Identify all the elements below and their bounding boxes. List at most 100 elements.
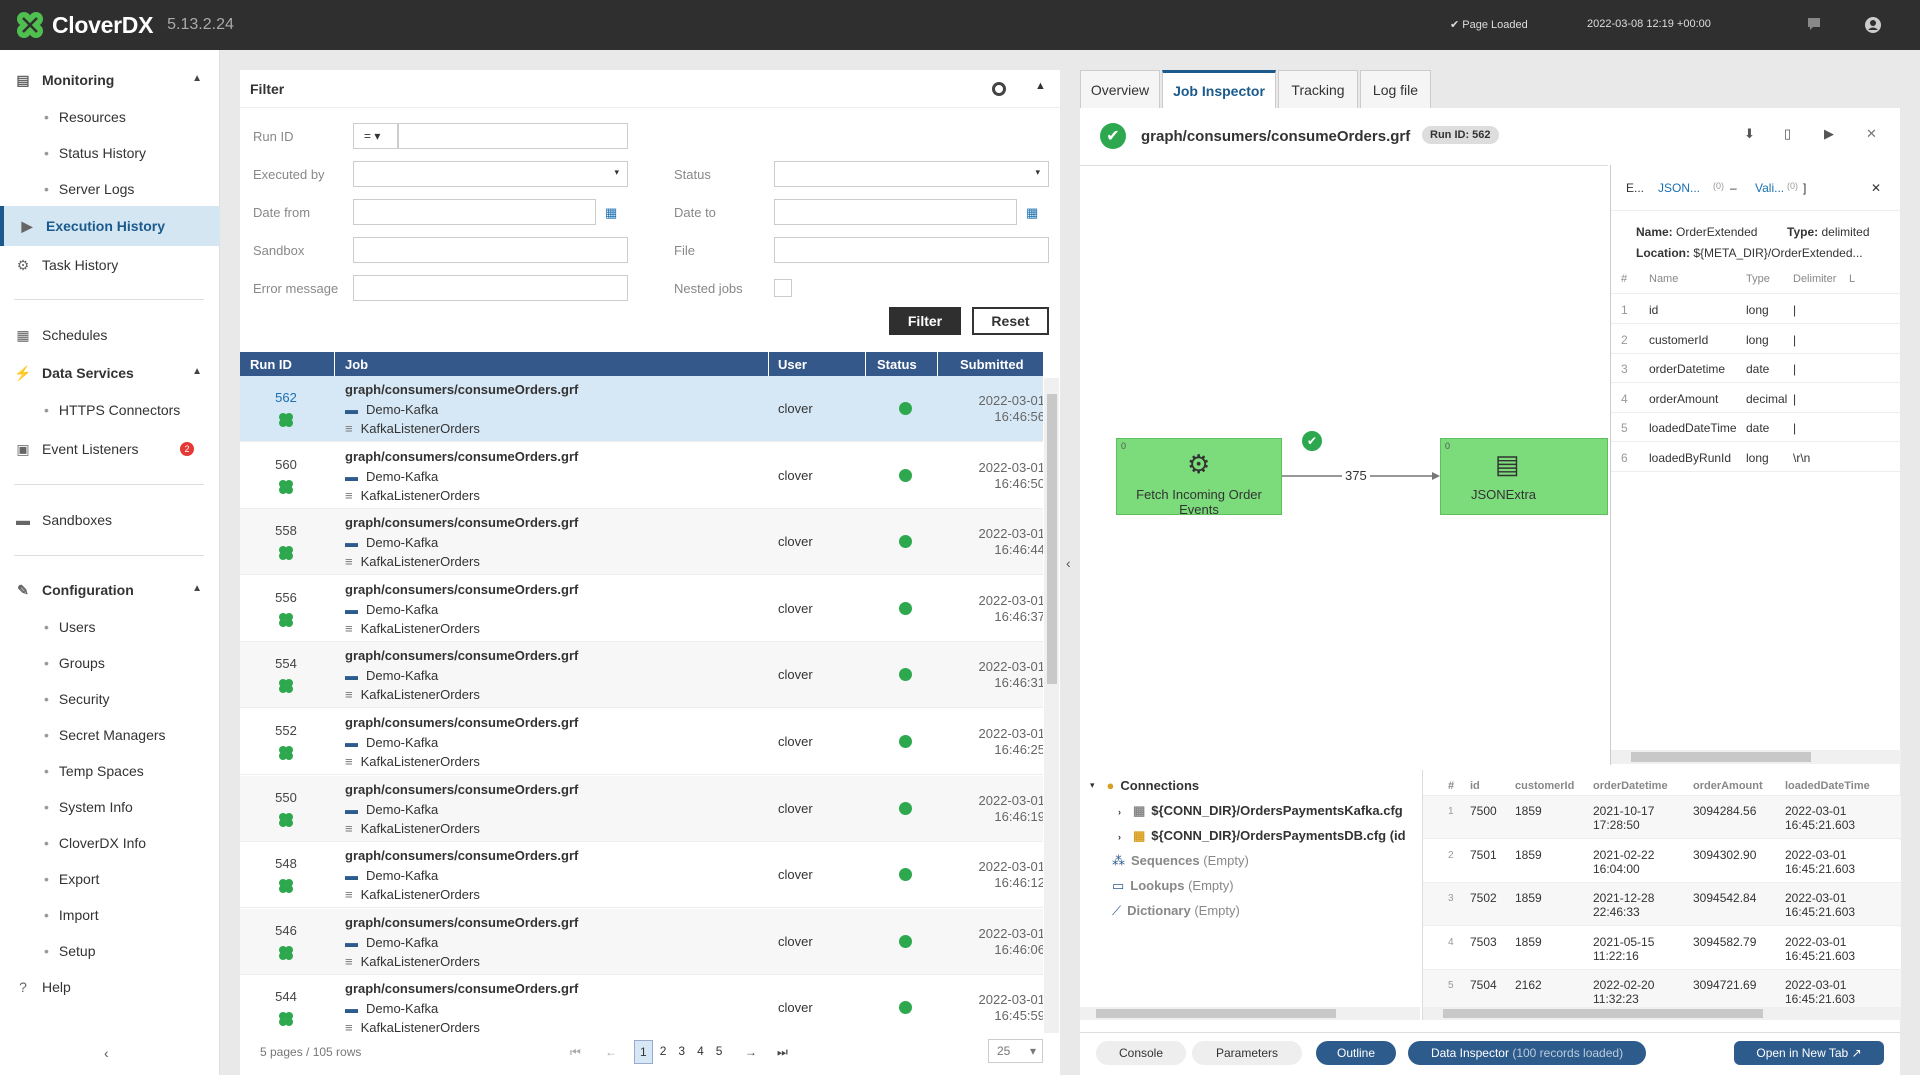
graph-node-json-extract[interactable]: 0 ▤ JSONExtra (1440, 438, 1608, 515)
outline-button[interactable]: Outline (1316, 1041, 1396, 1065)
close-icon[interactable]: ✕ (1871, 181, 1881, 195)
sandbox-input[interactable] (353, 237, 628, 263)
table-row[interactable]: 552 graph/consumers/consumeOrders.grf ▬ Dem… (240, 709, 1043, 775)
metadata-row[interactable]: 3 orderDatetime date | (1611, 354, 1901, 383)
data-scrollbar[interactable] (1423, 1007, 1901, 1020)
run-id[interactable]: 562 (240, 390, 332, 405)
page-4[interactable]: 4 (692, 1040, 709, 1064)
column-status[interactable]: Status (877, 357, 917, 372)
run-id[interactable]: 558 (240, 523, 332, 538)
page-1[interactable]: 1 (634, 1040, 653, 1064)
sandbox-link[interactable]: ▬ Demo-Kafka (345, 935, 438, 950)
chevron-up-icon[interactable]: ▲ (1035, 80, 1046, 92)
outline-scrollbar[interactable] (1080, 1007, 1420, 1020)
sidebar-item-secret-managers[interactable]: Secret Managers (44, 727, 166, 743)
nested-jobs-checkbox[interactable] (774, 279, 792, 297)
sidebar-item-execution-history[interactable]: ▶ Execution History (0, 206, 220, 246)
scrollbar-thumb[interactable] (1096, 1009, 1336, 1018)
data-row[interactable]: 3 7502 1859 2021-12-28 22:46:33 3094542.84 202… (1423, 883, 1901, 926)
metadata-row[interactable]: 2 customerId long | (1611, 325, 1901, 354)
sidebar-item-security[interactable]: Security (44, 691, 110, 707)
sandbox-link[interactable]: ▬ Demo-Kafka (345, 1001, 438, 1016)
sidebar-item-cloverdx-info[interactable]: CloverDX Info (44, 835, 146, 851)
outline-sequences[interactable]: ⁂ Sequences (Empty) (1112, 853, 1249, 869)
error-message-input[interactable] (353, 275, 628, 301)
metadata-row[interactable]: 6 loadedByRunId long \r\n (1611, 443, 1901, 472)
filter-button[interactable]: Filter (889, 307, 961, 335)
metadata-row[interactable]: 5 loadedDateTime date | (1611, 413, 1901, 442)
sidebar-item-import[interactable]: Import (44, 907, 99, 923)
run-id[interactable]: 552 (240, 723, 332, 738)
sidebar-section-data-services[interactable]: ⚡ Data Services ▲ (0, 354, 220, 392)
table-row[interactable]: 560 graph/consumers/consumeOrders.grf ▬ Dem… (240, 442, 1043, 509)
column-job[interactable]: Job (345, 357, 368, 372)
graph-canvas[interactable]: 0 ⚙ Fetch Incoming Order Events ✔ 375 0 … (1080, 165, 1608, 765)
listener-link[interactable]: ≡ KafkaListenerOrders (345, 621, 480, 636)
data-row[interactable]: 4 7503 1859 2021-05-15 11:22:16 3094582.79 202… (1423, 926, 1901, 970)
outline-connections[interactable]: ▾ ● Connections (1090, 778, 1199, 793)
date-from-input[interactable] (353, 199, 596, 225)
sandbox-link[interactable]: ▬ Demo-Kafka (345, 469, 438, 484)
outline-dictionary[interactable]: ⟋ Dictionary (Empty) (1112, 903, 1240, 919)
job-path[interactable]: graph/consumers/consumeOrders.grf (345, 715, 578, 730)
sidebar-item-users[interactable]: Users (44, 619, 96, 635)
run-id[interactable]: 554 (240, 656, 332, 671)
metadata-scrollbar[interactable] (1611, 750, 1901, 764)
data-inspector-button[interactable]: Data Inspector (100 records loaded) (1408, 1041, 1646, 1065)
job-path[interactable]: graph/consumers/consumeOrders.grf (345, 382, 578, 397)
sandbox-link[interactable]: ▬ Demo-Kafka (345, 535, 438, 550)
column-submitted[interactable]: Submitted (960, 357, 1024, 372)
clear-filter-icon[interactable] (992, 82, 1006, 96)
collapse-panel-icon[interactable]: ‹ (1066, 555, 1071, 571)
scrollbar-thumb[interactable] (1443, 1009, 1763, 1018)
listener-link[interactable]: ≡ KafkaListenerOrders (345, 421, 480, 436)
sidebar-item-export[interactable]: Export (44, 871, 99, 887)
page-size-select[interactable]: 25 ▾ (988, 1039, 1043, 1063)
job-path[interactable]: graph/consumers/consumeOrders.grf (345, 648, 578, 663)
listener-link[interactable]: ≡ KafkaListenerOrders (345, 821, 480, 836)
reset-button[interactable]: Reset (972, 307, 1049, 335)
job-path[interactable]: graph/consumers/consumeOrders.grf (345, 848, 578, 863)
sidebar-item-https-connectors[interactable]: HTTPS Connectors (44, 402, 180, 418)
tab-overview[interactable]: Overview (1080, 70, 1160, 108)
scrollbar-thumb[interactable] (1631, 752, 1811, 762)
tab-tracking[interactable]: Tracking (1278, 70, 1358, 108)
first-page-icon[interactable]: ⏮ (570, 1045, 581, 1060)
run-id[interactable]: 546 (240, 923, 332, 938)
user-icon[interactable] (1864, 16, 1882, 34)
file-input[interactable] (774, 237, 1049, 263)
parameters-button[interactable]: Parameters (1192, 1041, 1302, 1065)
job-path[interactable]: graph/consumers/consumeOrders.grf (345, 981, 578, 996)
column-run-id[interactable]: Run ID (250, 357, 292, 372)
download-icon[interactable]: ⬇ (1744, 126, 1755, 142)
sidebar-section-configuration[interactable]: ✎ Configuration ▲ (0, 571, 220, 609)
sandbox-link[interactable]: ▬ Demo-Kafka (345, 602, 438, 617)
sandbox-link[interactable]: ▬ Demo-Kafka (345, 402, 438, 417)
executed-by-select[interactable]: ▾ (353, 161, 628, 187)
table-row[interactable]: 554 graph/consumers/consumeOrders.grf ▬ Dem… (240, 642, 1043, 709)
logo[interactable]: CloverDX 5.13.2.24 (14, 9, 234, 41)
run-id-operator[interactable]: = ▾ (353, 123, 398, 149)
table-scrollbar[interactable] (1044, 378, 1059, 1033)
calendar-icon[interactable]: ▦ (1026, 205, 1038, 221)
scrollbar-thumb[interactable] (1047, 394, 1057, 684)
listener-link[interactable]: ≡ KafkaListenerOrders (345, 1020, 480, 1035)
sandbox-link[interactable]: ▬ Demo-Kafka (345, 802, 438, 817)
run-id[interactable]: 550 (240, 790, 332, 805)
job-path[interactable]: graph/consumers/consumeOrders.grf (345, 515, 578, 530)
status-select[interactable]: ▾ (774, 161, 1049, 187)
sidebar-item-temp-spaces[interactable]: Temp Spaces (44, 763, 144, 779)
prev-page-icon[interactable]: ← (605, 1045, 617, 1059)
sandbox-link[interactable]: ▬ Demo-Kafka (345, 868, 438, 883)
job-path[interactable]: graph/consumers/consumeOrders.grf (345, 582, 578, 597)
table-row[interactable]: 548 graph/consumers/consumeOrders.grf ▬ Dem… (240, 842, 1043, 909)
job-path[interactable]: graph/consumers/consumeOrders.grf (345, 915, 578, 930)
sidebar-section-monitoring[interactable]: ▤ Monitoring ▲ (0, 61, 220, 99)
collapse-sidebar-icon[interactable]: ‹ (104, 1045, 109, 1061)
run-id[interactable]: 548 (240, 856, 332, 871)
play-icon[interactable]: ▶ (1824, 126, 1834, 142)
sidebar-item-server-logs[interactable]: Server Logs (44, 181, 134, 197)
table-row[interactable]: 556 graph/consumers/consumeOrders.grf ▬ Dem… (240, 575, 1043, 642)
job-path[interactable]: graph/consumers/consumeOrders.grf (345, 449, 578, 464)
outline-connection-kafka[interactable]: › ▦ ${CONN_DIR}/OrdersPaymentsKafka.cfg (1118, 803, 1403, 819)
